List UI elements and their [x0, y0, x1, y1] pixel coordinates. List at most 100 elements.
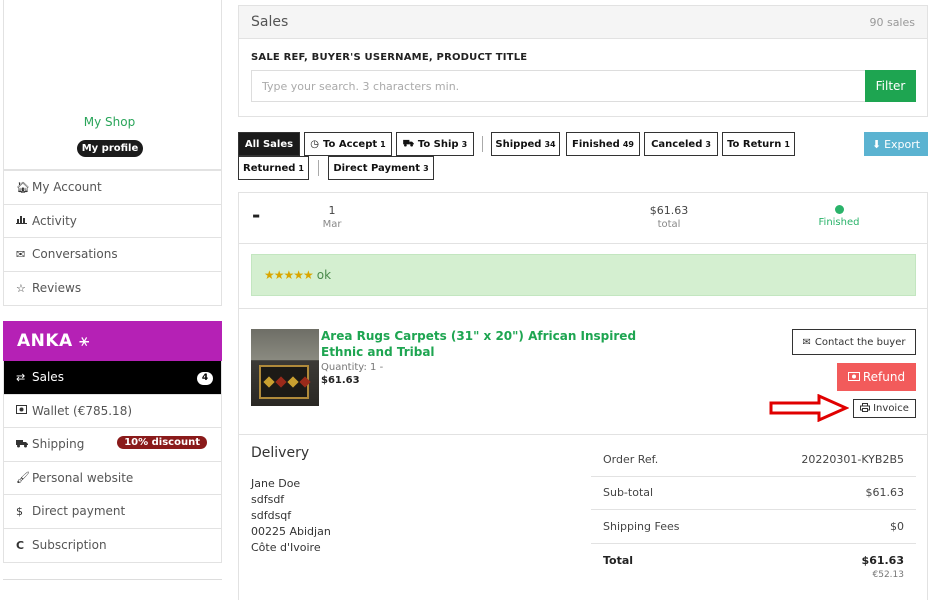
export-button[interactable]: ⬇ Export: [864, 132, 928, 156]
sales-panel: Sales 90 sales SALE REF, BUYER'S USERNAM…: [238, 5, 928, 117]
money-icon: [847, 370, 860, 384]
sidebar-item-conversations[interactable]: ✉ Conversations: [4, 238, 221, 272]
sales-count: 90 sales: [869, 15, 915, 29]
sidebar-item-sales[interactable]: ⇄ Sales 4: [4, 361, 221, 395]
discount-badge: 10% discount: [117, 436, 207, 449]
product-thumbnail[interactable]: [251, 329, 319, 406]
printer-icon: [860, 402, 871, 415]
anka-brand-logo[interactable]: ANKA ⚹: [3, 321, 222, 361]
tab-count: 34: [544, 139, 556, 149]
invoice-label: Invoice: [873, 403, 909, 414]
tab-returned[interactable]: Returned 1: [238, 156, 309, 180]
delivery-address: Jane Doe sdfsdf sdfdsqf 00225 Abidjan Cô…: [251, 476, 331, 556]
search-label: SALE REF, BUYER'S USERNAME, PRODUCT TITL…: [251, 52, 528, 63]
collapse-toggle[interactable]: -: [252, 203, 260, 227]
tab-all-sales[interactable]: All Sales: [238, 132, 300, 156]
order-summary-table: Order Ref. 20220301-KYB2B5 Sub-total $61…: [591, 443, 916, 588]
sidebar-item-label: Reviews: [32, 281, 82, 296]
home-icon: 🏠︎: [16, 180, 30, 194]
summary-row-total: Total $61.63 €52.13: [591, 544, 916, 588]
filter-button[interactable]: Filter: [865, 70, 916, 102]
rating-stars-icon: ★★★★★: [264, 268, 314, 282]
brand-label: ANKA: [17, 331, 73, 351]
product-price: $61.63: [321, 375, 360, 386]
contact-buyer-button[interactable]: ✉ Contact the buyer: [792, 329, 916, 355]
summary-label: Total: [603, 553, 634, 567]
search-input[interactable]: [251, 70, 865, 102]
order-date: 1 Mar: [317, 204, 347, 232]
brush-icon: 🖌︎: [16, 471, 30, 485]
tab-shipped[interactable]: Shipped 34: [491, 132, 560, 156]
sidebar-item-reviews[interactable]: ☆ Reviews: [4, 272, 221, 306]
tab-to-accept[interactable]: ◷ To Accept 1: [304, 132, 392, 156]
sidebar-item-direct-payment[interactable]: $ Direct payment: [4, 495, 221, 529]
tab-direct-payment[interactable]: Direct Payment 3: [328, 156, 434, 180]
summary-value: $0: [890, 519, 904, 533]
page-title: Sales: [251, 14, 289, 30]
sidebar-item-subscription[interactable]: C Subscription: [4, 529, 221, 563]
order-status: Finished: [809, 205, 869, 230]
bar-chart-icon: [16, 214, 32, 227]
annotation-arrow-icon: [769, 394, 849, 422]
summary-row-shipping: Shipping Fees $0: [591, 510, 916, 544]
tab-label: All Sales: [244, 138, 294, 150]
tab-finished[interactable]: Finished 49: [566, 132, 640, 156]
summary-row-subtotal: Sub-total $61.63: [591, 477, 916, 510]
tab-label: Returned: [243, 162, 296, 174]
tab-label: To Accept: [322, 138, 378, 150]
summary-label: Shipping Fees: [603, 519, 680, 533]
summary-value: $61.63 €52.13: [862, 554, 904, 582]
order-card: - 1 Mar $61.63 total Finished ★★★★★ ok A…: [238, 192, 928, 600]
truck-icon: [16, 438, 32, 451]
my-shop-link[interactable]: My Shop: [0, 115, 219, 129]
anka-symbol-icon: ⚹: [79, 331, 90, 351]
sidebar-item-label: Shipping: [32, 437, 85, 452]
sidebar-item-label: Subscription: [32, 538, 107, 553]
tab-to-ship[interactable]: To Ship 3: [396, 132, 474, 156]
tab-count: 3: [423, 163, 429, 173]
download-icon: ⬇: [871, 137, 882, 151]
product-title-link[interactable]: Area Rugs Carpets (31" x 20") African In…: [321, 328, 681, 360]
tab-label: Canceled: [651, 138, 703, 150]
sidebar-divider: [3, 579, 222, 580]
sidebar-item-my-account[interactable]: 🏠︎ My Account: [4, 171, 221, 205]
order-month: Mar: [322, 219, 342, 230]
divider: [239, 434, 927, 435]
status-dot-icon: [834, 205, 844, 214]
refund-button[interactable]: Refund: [837, 363, 916, 391]
tab-to-return[interactable]: To Return 1: [722, 132, 795, 156]
tab-label: Finished: [572, 138, 620, 150]
review-text: ok: [316, 268, 332, 282]
status-badge: Finished: [818, 217, 860, 228]
tab-label: To Return: [727, 138, 782, 150]
tab-label: Shipped: [495, 138, 542, 150]
tab-separator: [318, 160, 319, 176]
order-summary-row[interactable]: - 1 Mar $61.63 total Finished: [239, 193, 927, 244]
order-total: $61.63 total: [639, 204, 699, 232]
total-eur: €52.13: [872, 569, 905, 580]
wallet-icon: [16, 404, 32, 417]
account-menu: 🏠︎ My Account Activity ✉ Conversations ☆…: [3, 170, 222, 306]
summary-value: 20220301-KYB2B5: [801, 452, 904, 466]
tab-label: Direct Payment: [333, 162, 421, 174]
contact-label: Contact the buyer: [814, 336, 906, 348]
order-amount: $61.63: [649, 204, 689, 217]
sidebar-item-label: Conversations: [32, 247, 118, 262]
tab-count: 1: [784, 139, 790, 149]
exchange-icon: ⇄: [16, 370, 26, 384]
envelope-icon: ✉: [802, 336, 811, 348]
sidebar-item-activity[interactable]: Activity: [4, 205, 221, 238]
tab-canceled[interactable]: Canceled 3: [644, 132, 718, 156]
refresh-icon: C: [16, 538, 25, 552]
sidebar-item-wallet[interactable]: Wallet (€785.18): [4, 395, 221, 428]
my-profile-badge[interactable]: My profile: [77, 140, 143, 157]
summary-value: $61.63: [865, 486, 905, 500]
address-line: Jane Doe: [251, 477, 301, 490]
sidebar-item-label: Direct payment: [32, 504, 126, 519]
tab-separator: [482, 136, 483, 152]
invoice-button[interactable]: Invoice: [853, 399, 916, 418]
sidebar-item-personal-website[interactable]: 🖌︎ Personal website: [4, 462, 221, 495]
sales-count-badge: 4: [197, 372, 213, 385]
sidebar-item-label: Activity: [32, 213, 77, 228]
sidebar-item-shipping[interactable]: Shipping 10% discount: [4, 428, 221, 462]
